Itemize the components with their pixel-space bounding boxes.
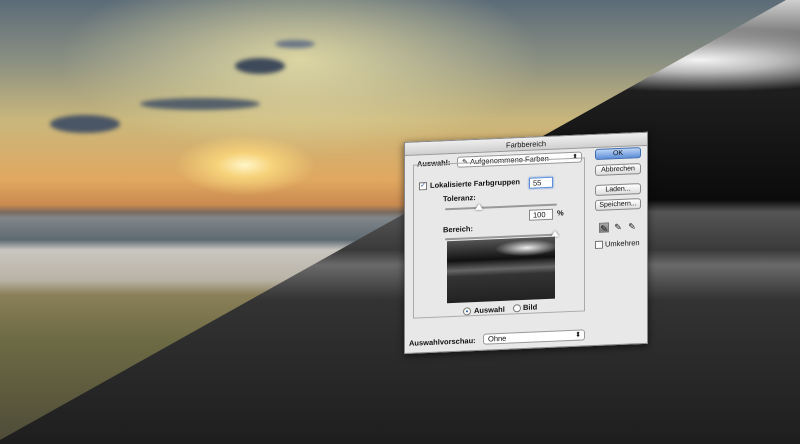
selection-preview (447, 236, 555, 304)
ok-button[interactable]: OK (595, 147, 641, 160)
vorschau-select[interactable]: Ohne (483, 329, 585, 345)
localized-checkbox[interactable]: ✓ (419, 182, 427, 191)
toleranz-input[interactable]: 55 (529, 176, 553, 189)
radio-auswahl-label: Auswahl (474, 304, 505, 316)
toleranz-label: Toleranz: (443, 192, 476, 204)
radio-bild-label: Bild (523, 302, 538, 313)
bereich-unit: % (557, 208, 564, 218)
eyedropper-icon[interactable]: ✎ (599, 222, 609, 234)
invert-checkbox[interactable] (595, 240, 603, 249)
bereich-label: Bereich: (443, 224, 474, 235)
eyedropper-plus-icon[interactable]: ✎ (613, 222, 623, 232)
invert-label: Umkehren (605, 238, 640, 249)
save-button[interactable]: Speichern... (595, 198, 641, 211)
load-button[interactable]: Laden... (595, 183, 641, 196)
vorschau-label: Auswahlvorschau: (409, 335, 476, 348)
color-range-dialog: Farbbereich Auswahl: ✎ Aufgenommene Farb… (404, 131, 648, 354)
bereich-input[interactable]: 100 (529, 208, 553, 221)
eyedropper-minus-icon[interactable]: ✎ (627, 221, 637, 231)
toleranz-slider-thumb[interactable] (475, 203, 483, 211)
cancel-button[interactable]: Abbrechen (595, 163, 641, 176)
